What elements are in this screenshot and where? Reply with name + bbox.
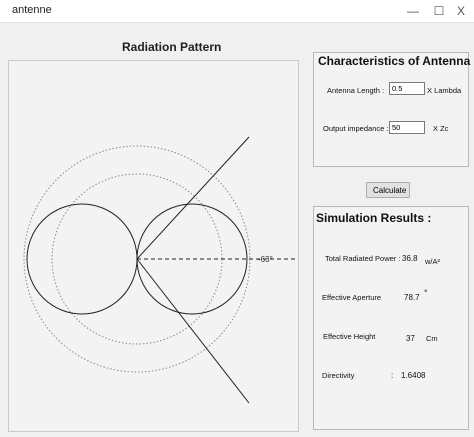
calculate-button[interactable]: Calculate: [366, 182, 410, 198]
effective-aperture-unit: °: [424, 288, 428, 298]
effective-height-value: 37: [406, 334, 415, 343]
antenna-length-input[interactable]: [389, 82, 425, 95]
effective-aperture-label: Effective Aperture: [322, 293, 382, 302]
title-bar: antenne — ☐ X: [0, 0, 474, 22]
lower-direction-line: [136, 258, 250, 404]
effective-height-label: Effective Height: [323, 332, 376, 341]
left-lobe: [26, 203, 138, 315]
directivity-colon: :: [391, 371, 394, 380]
window-title: antenne: [12, 4, 52, 16]
directivity-label: Directivity: [322, 371, 355, 380]
antenna-length-label: Antenna Length :: [327, 86, 385, 95]
plot-title: Radiation Pattern: [122, 40, 222, 54]
total-radiated-power-value: 36.8: [402, 254, 418, 263]
simulation-results-title: Simulation Results :: [316, 211, 432, 225]
angle-label: -63°: [258, 255, 273, 264]
total-radiated-power-unit: w/A²: [425, 257, 440, 266]
directivity-value: 1.6408: [401, 371, 426, 380]
radiation-pattern-plot: -63°: [23, 136, 295, 404]
effective-height-unit: Cm: [426, 334, 438, 343]
output-impedance-input[interactable]: [389, 121, 425, 134]
effective-aperture-value: 78.7: [404, 293, 420, 302]
output-impedance-unit: X Zc: [433, 124, 449, 133]
simulation-results-group: [313, 206, 469, 430]
total-radiated-power-label: Total Radiated Power :: [325, 254, 401, 263]
characteristics-group: [313, 52, 469, 167]
output-impedance-label: Output impedance :: [323, 124, 389, 133]
close-button[interactable]: X: [448, 0, 474, 22]
minimize-button[interactable]: —: [400, 0, 426, 22]
radiation-pattern-panel: -63°: [8, 60, 299, 432]
antenna-length-unit: X Lambda: [427, 86, 462, 95]
characteristics-title: Characteristics of Antenna :: [318, 54, 474, 68]
